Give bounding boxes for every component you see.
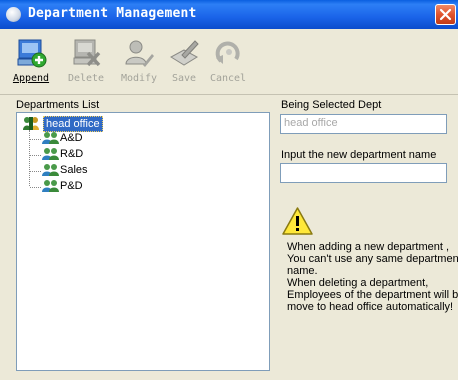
group-users-icon [42, 164, 59, 176]
toolbar-divider [0, 94, 458, 95]
group-users-icon [42, 132, 59, 144]
close-button[interactable] [435, 4, 456, 25]
save-label: Save [171, 73, 197, 84]
clock-icon [6, 7, 21, 22]
modify-label: Modify [120, 73, 158, 84]
save-button[interactable]: Save [164, 37, 204, 89]
delete-label: Delete [67, 73, 105, 84]
note-line: When deleting a department, [287, 277, 429, 289]
being-selected-dept-label: Being Selected Dept [281, 99, 382, 111]
cancel-button[interactable]: Cancel [205, 37, 251, 89]
modify-user-icon [125, 40, 154, 67]
notes-text: When adding a new department , You can't… [287, 241, 458, 313]
note-line: move to head office automatically! [287, 301, 454, 313]
window-title: Department Management [28, 6, 197, 21]
tree-item-label: A&D [60, 132, 83, 144]
delete-record-icon [73, 39, 101, 67]
close-icon [439, 8, 452, 21]
delete-button[interactable]: Delete [63, 37, 109, 89]
tree-item-label: P&D [60, 180, 83, 192]
group-users-icon [42, 148, 59, 160]
note-line: You can't use any same department [287, 253, 458, 265]
title-bar[interactable]: Department Management [0, 0, 458, 29]
new-dept-name-label: Input the new department name [281, 149, 437, 161]
tree-root-label: head office [43, 116, 103, 132]
note-line: name. [287, 265, 318, 277]
selected-dept-field: head office [280, 114, 447, 134]
append-label: Append [12, 73, 50, 84]
toolbar: Append Delete Modify Save Cancel [0, 29, 458, 91]
save-pen-icon [169, 40, 199, 66]
departments-tree[interactable]: head office A&D R&D Sales P&D [16, 112, 270, 371]
root-dept-icon [23, 117, 39, 130]
note-line: Employees of the department will be [287, 289, 458, 301]
departments-list-label: Departments List [16, 99, 100, 111]
append-button[interactable]: Append [8, 37, 54, 89]
add-record-icon [17, 39, 47, 68]
tree-item-label: R&D [60, 148, 84, 160]
department-management-window: Department Management Append Delete Modi… [0, 0, 458, 380]
warning-icon [282, 207, 313, 235]
new-dept-name-input[interactable] [280, 163, 447, 183]
group-users-icon [42, 180, 59, 192]
tree-item-label: Sales [60, 164, 88, 176]
modify-button[interactable]: Modify [116, 37, 162, 89]
note-line: When adding a new department , [287, 241, 450, 253]
cancel-undo-icon [215, 41, 240, 64]
cancel-label: Cancel [209, 73, 247, 84]
